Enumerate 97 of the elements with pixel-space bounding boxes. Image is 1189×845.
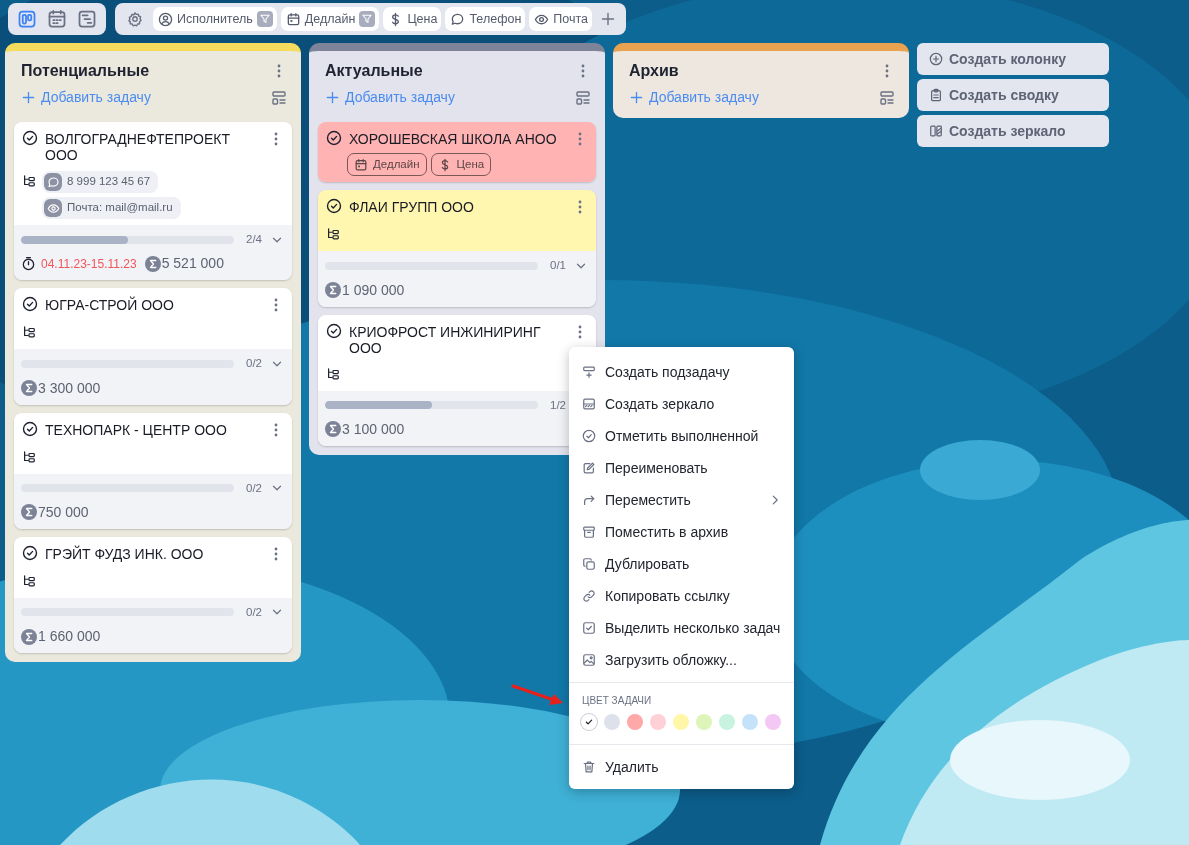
subtask-count: 1/2	[549, 397, 566, 413]
field-tag: Дедлайн	[347, 153, 427, 177]
plus-icon	[629, 90, 644, 105]
field-chip: Почта: mail@mail.ru	[42, 197, 181, 219]
clipboard-icon	[929, 88, 943, 102]
create-column-button[interactable]: Создать колонку	[917, 43, 1109, 75]
sigma-icon	[325, 282, 341, 298]
template-icon[interactable]	[575, 89, 591, 106]
check-circle-icon	[582, 429, 596, 443]
task-title: ХОРОШЕВСКАЯ ШКОЛА АНОО	[349, 130, 558, 147]
menu-item[interactable]: Переименовать	[569, 452, 794, 484]
menu-item[interactable]: Переместить	[569, 484, 794, 516]
field-chip: 8 999 123 45 67	[42, 171, 159, 193]
section-label: ЦВЕТ ЗАДАЧИ	[581, 694, 653, 708]
check-circle-icon	[326, 130, 342, 146]
delete-menu-item[interactable]: Удалить	[569, 751, 794, 783]
subtask-count: 0/2	[245, 356, 262, 372]
task-title: ВОЛГОГРАДНЕФТЕПРОЕКТ ООО	[45, 130, 231, 163]
check-circle-icon	[326, 322, 342, 339]
create-summary-button[interactable]: Создать сводку	[917, 79, 1109, 111]
field-chip[interactable]: Цена	[383, 7, 442, 31]
check-circle-icon	[22, 420, 38, 437]
menu-item[interactable]: Загрузить обложку...	[569, 644, 794, 676]
plus-icon	[325, 90, 340, 105]
column-title: Потенциальные	[21, 61, 150, 81]
field-chip[interactable]: Дедлайн	[280, 7, 380, 31]
archive-icon	[582, 525, 596, 539]
deadline-date: 04.11.23-15.11.23	[41, 255, 137, 273]
calendar-icon	[285, 11, 301, 27]
task-title: ФЛАИ ГРУПП ООО	[349, 198, 475, 216]
check-circle-icon	[22, 130, 38, 146]
task-title: ТЕХНОПАРК - ЦЕНТР ООО	[45, 420, 228, 438]
image-icon	[582, 653, 596, 667]
column-title: Архив	[629, 61, 679, 81]
mirror-icon	[582, 397, 596, 411]
field-tag: Цена	[430, 153, 492, 177]
copy-icon	[582, 557, 596, 571]
field-chip[interactable]: Телефон	[445, 7, 526, 31]
chat-icon	[450, 11, 466, 27]
template-icon[interactable]	[271, 89, 287, 106]
column-title: Актуальные	[325, 61, 423, 81]
menu-item[interactable]: Дублировать	[569, 548, 794, 580]
task-card[interactable]: ХОРОШЕВСКАЯ ШКОЛА АНОО Дедлайн Цена	[318, 122, 596, 183]
sigma-icon	[21, 504, 37, 521]
check-circle-icon	[22, 296, 38, 313]
plus-icon	[21, 90, 36, 105]
subtask-count: 0/2	[245, 604, 262, 620]
price-sum: 3 300 000	[38, 378, 101, 398]
link-icon	[582, 589, 596, 603]
chat-icon	[46, 175, 60, 189]
menu-item[interactable]: Копировать ссылку	[569, 580, 794, 612]
check-circle-icon	[326, 198, 342, 215]
color-swatch[interactable]	[742, 714, 758, 730]
plus-icon[interactable]	[600, 11, 616, 27]
checkbox-icon	[582, 621, 596, 635]
create-mirror-button[interactable]: Создать зеркало	[917, 115, 1109, 147]
settings-icon[interactable]	[127, 11, 143, 27]
color-swatch[interactable]	[765, 714, 781, 730]
color-swatch[interactable]	[673, 714, 689, 730]
menu-item[interactable]: Выделить несколько задач	[569, 612, 794, 644]
calendar-icon	[354, 157, 368, 172]
user-icon	[158, 11, 173, 27]
task-title: ЮГРА-СТРОЙ ООО	[45, 296, 175, 314]
sigma-icon	[21, 628, 37, 645]
subtask-count: 2/4	[245, 232, 262, 247]
subtask-count: 0/2	[245, 480, 262, 496]
price-sum: 5 521 000	[161, 254, 224, 274]
price-sum: 750 000	[38, 502, 89, 522]
color-swatch[interactable]	[719, 714, 735, 730]
check-circle-icon	[22, 544, 38, 561]
price-sum: 1 660 000	[38, 627, 101, 646]
field-chip[interactable]: Почта	[529, 7, 592, 31]
color-swatch[interactable]	[650, 714, 666, 730]
price-sum: 3 100 000	[342, 419, 405, 439]
annotation-arrow	[511, 684, 563, 705]
timer-icon	[21, 256, 36, 272]
color-swatch[interactable]	[581, 714, 597, 730]
menu-item[interactable]: Поместить в архив	[569, 516, 794, 548]
eye-icon	[46, 201, 60, 215]
color-swatch[interactable]	[627, 714, 643, 730]
price-sum: 1 090 000	[342, 280, 405, 300]
task-title: ГРЭЙТ ФУДЗ ИНК. ООО	[45, 544, 205, 562]
plus-circle-icon	[929, 52, 943, 66]
sigma-icon	[325, 421, 341, 438]
color-swatch[interactable]	[604, 714, 620, 730]
pencil-icon	[582, 461, 596, 475]
redo-arrow-icon	[582, 493, 596, 507]
sigma-icon	[21, 380, 37, 396]
template-icon[interactable]	[879, 89, 895, 106]
trash-icon	[582, 760, 596, 774]
field-chip[interactable]: Исполнитель	[153, 7, 277, 31]
subtask-icon	[582, 365, 596, 379]
subtask-count: 0/1	[549, 258, 566, 274]
task-title: КРИОФРОСТ ИНЖИНИРИНГ ООО	[349, 322, 542, 356]
color-swatch[interactable]	[696, 714, 712, 730]
columns-icon	[929, 124, 943, 138]
sigma-icon	[144, 255, 161, 272]
